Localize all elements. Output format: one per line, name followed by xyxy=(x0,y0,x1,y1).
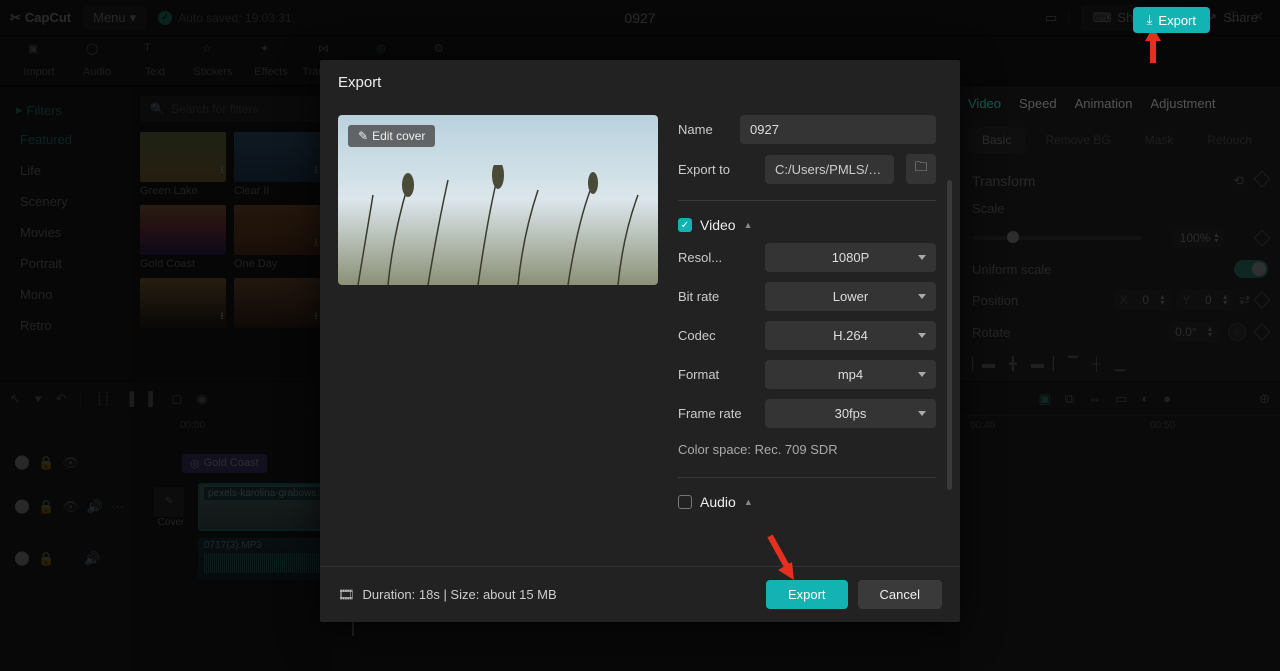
format-select[interactable]: mp4 xyxy=(765,360,936,389)
framerate-select[interactable]: 30fps xyxy=(765,399,936,428)
name-input[interactable] xyxy=(740,115,936,144)
video-section-header[interactable]: ✓ Video ▲ xyxy=(678,217,936,233)
bitrate-select[interactable]: Lower xyxy=(765,282,936,311)
export-info: 🎞 Duration: 18s | Size: about 15 MB xyxy=(338,587,557,603)
preview-image xyxy=(338,165,658,285)
export-modal: Export ✎ Edit cover Name Export to xyxy=(320,60,960,622)
export-preview: ✎ Edit cover xyxy=(338,115,658,285)
exportto-label: Export to xyxy=(678,162,753,177)
film-icon: 🎞 xyxy=(338,587,355,603)
export-confirm-button[interactable]: Export xyxy=(766,580,848,609)
bitrate-label: Bit rate xyxy=(678,289,753,304)
cancel-button[interactable]: Cancel xyxy=(858,580,942,609)
modal-title: Export xyxy=(320,60,960,105)
audio-section-header[interactable]: Audio ▲ xyxy=(678,494,936,510)
colorspace-info: Color space: Rec. 709 SDR xyxy=(678,438,936,461)
edit-cover-button[interactable]: ✎ Edit cover xyxy=(348,125,435,147)
resolution-select[interactable]: 1080P xyxy=(765,243,936,272)
modal-scrollbar[interactable] xyxy=(947,180,952,490)
browse-folder-button[interactable]: 🗀 xyxy=(906,154,936,184)
export-button-top[interactable]: ⤓Export xyxy=(1133,7,1210,33)
resolution-label: Resol... xyxy=(678,250,753,265)
exportto-path: C:/Users/PMLS/Pictur... xyxy=(765,155,894,184)
framerate-label: Frame rate xyxy=(678,406,753,421)
video-checkbox[interactable]: ✓ xyxy=(678,218,692,232)
codec-select[interactable]: H.264 xyxy=(765,321,936,350)
name-label: Name xyxy=(678,122,728,137)
format-label: Format xyxy=(678,367,753,382)
codec-label: Codec xyxy=(678,328,753,343)
audio-checkbox[interactable] xyxy=(678,495,692,509)
